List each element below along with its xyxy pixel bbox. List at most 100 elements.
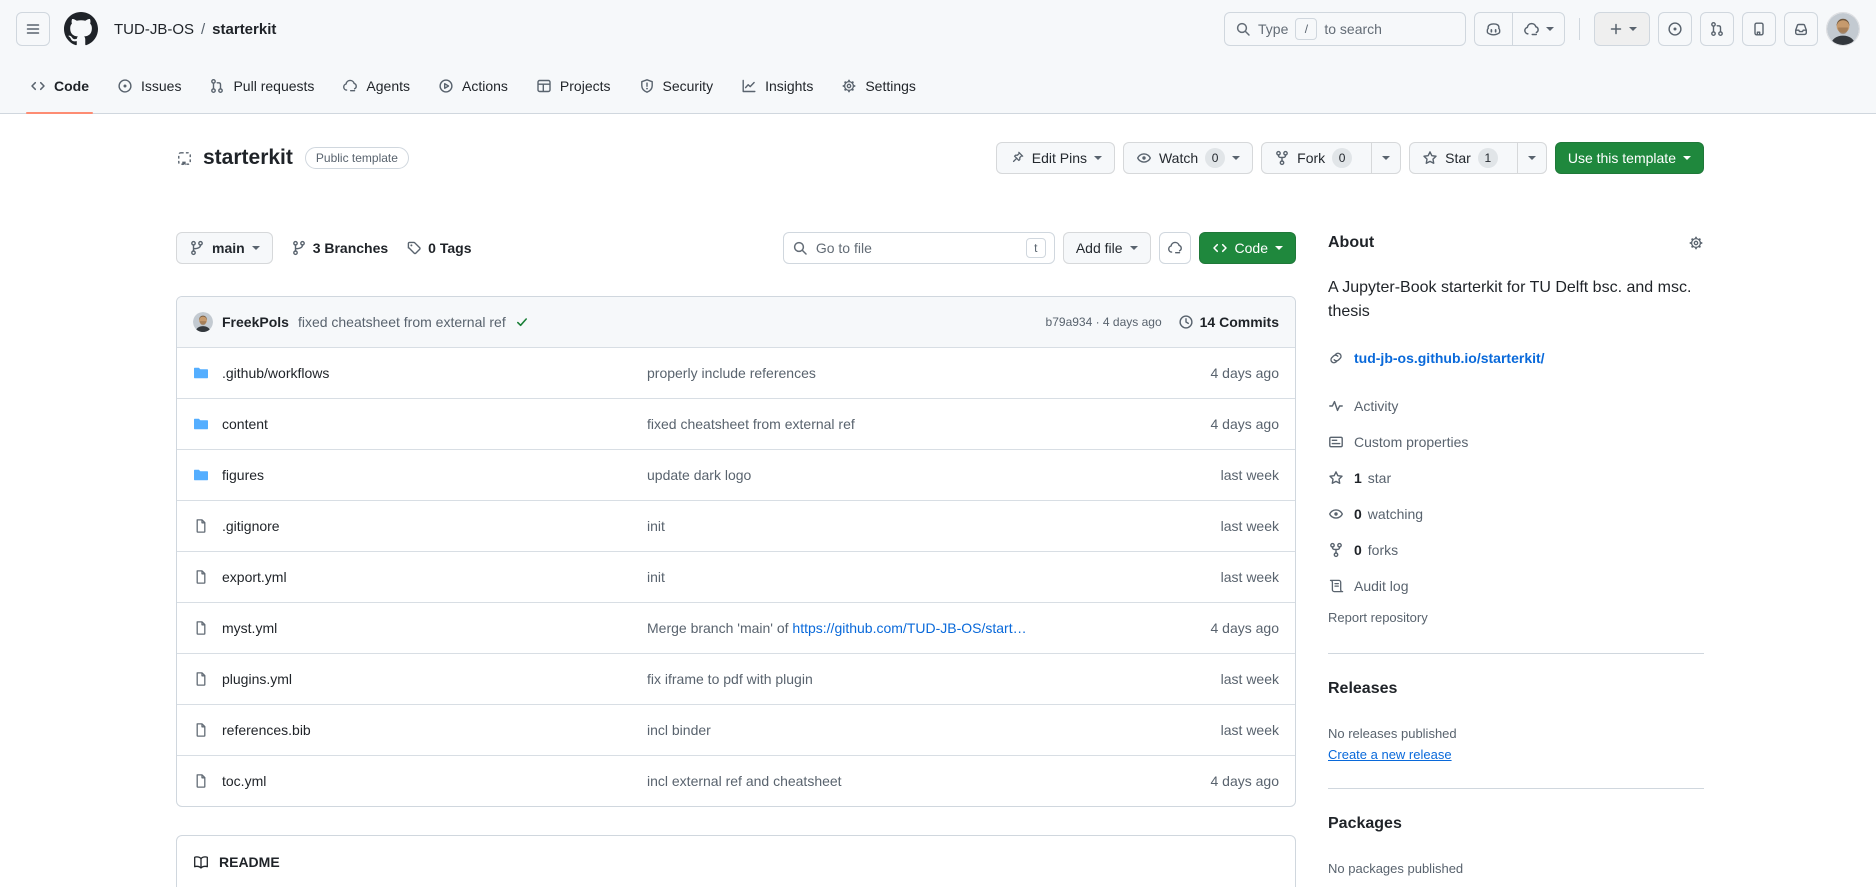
about-stat-item-audit-log[interactable]: Audit log: [1328, 568, 1704, 604]
repo-title[interactable]: starterkit: [203, 146, 293, 170]
file-name-cell[interactable]: .gitignore: [193, 518, 647, 534]
fork-count: 0: [1332, 148, 1352, 168]
checks-passed-icon[interactable]: [515, 315, 529, 329]
about-stat-item-activity[interactable]: Activity: [1328, 388, 1704, 424]
repo-nav-tab-security[interactable]: Security: [625, 58, 728, 113]
global-search-input[interactable]: Type / to search: [1224, 12, 1466, 46]
user-avatar[interactable]: [1826, 12, 1860, 46]
repo-nav-tab-actions[interactable]: Actions: [424, 58, 522, 113]
inbox-button[interactable]: [1784, 12, 1818, 46]
create-release-link[interactable]: Create a new release: [1328, 747, 1452, 762]
about-stat-item-forks[interactable]: 0 forks: [1328, 532, 1704, 568]
repo-nav-tab-insights[interactable]: Insights: [727, 58, 827, 113]
file-row: .gitignore init last week: [177, 500, 1295, 551]
repo-nav-tab-agents[interactable]: Agents: [328, 58, 424, 113]
file-name[interactable]: content: [222, 416, 268, 432]
edit-about-gear-icon[interactable]: [1688, 235, 1704, 251]
copilot-button[interactable]: [1475, 13, 1512, 45]
watch-button[interactable]: Watch 0: [1123, 142, 1253, 174]
file-name[interactable]: export.yml: [222, 569, 287, 585]
commit-sha-time[interactable]: b79a934 · 4 days ago: [1046, 315, 1162, 329]
your-issues-button[interactable]: [1658, 12, 1692, 46]
edit-pins-button[interactable]: Edit Pins: [996, 142, 1115, 174]
commit-author-avatar[interactable]: [193, 312, 213, 332]
readme-tab[interactable]: README: [193, 854, 1279, 870]
report-repository-link[interactable]: Report repository: [1328, 610, 1704, 625]
branches-count-label: 3 Branches: [313, 240, 388, 256]
releases-title[interactable]: Releases: [1328, 680, 1704, 698]
use-this-template-button[interactable]: Use this template: [1555, 142, 1704, 174]
commit-history-link[interactable]: 14 Commits: [1178, 314, 1279, 330]
caret-down-icon: [1094, 156, 1102, 160]
file-name[interactable]: plugins.yml: [222, 671, 292, 687]
add-file-button[interactable]: Add file: [1063, 232, 1151, 264]
file-commit-message[interactable]: properly include references: [647, 365, 1211, 381]
tags-link[interactable]: 0 Tags: [406, 240, 471, 256]
file-name-cell[interactable]: .github/workflows: [193, 365, 647, 381]
fork-dropdown[interactable]: [1371, 143, 1400, 173]
file-name-cell[interactable]: myst.yml: [193, 620, 647, 636]
agents-icon: [1523, 21, 1540, 38]
code-dropdown-button[interactable]: Code: [1199, 232, 1296, 264]
file-name[interactable]: myst.yml: [222, 620, 277, 636]
file-name[interactable]: toc.yml: [222, 773, 266, 789]
about-stat-item-watching[interactable]: 0 watching: [1328, 496, 1704, 532]
commit-author[interactable]: FreekPols: [222, 314, 289, 330]
file-name[interactable]: figures: [222, 467, 264, 483]
breadcrumb-repo[interactable]: starterkit: [212, 21, 276, 38]
file-commit-date: last week: [1221, 467, 1279, 483]
file-commit-message[interactable]: init: [647, 518, 1221, 534]
stat-label: watching: [1368, 506, 1423, 522]
file-name-cell[interactable]: figures: [193, 467, 647, 483]
star-dropdown[interactable]: [1517, 143, 1546, 173]
file-commit-message[interactable]: init: [647, 569, 1221, 585]
file-name-cell[interactable]: plugins.yml: [193, 671, 647, 687]
file-name[interactable]: .github/workflows: [222, 365, 329, 381]
copilot-icon: [1485, 21, 1502, 38]
about-stat-item-star[interactable]: 1 star: [1328, 460, 1704, 496]
branch-selector-button[interactable]: main: [176, 232, 273, 264]
hamburger-menu-button[interactable]: [16, 12, 50, 46]
file-name-cell[interactable]: export.yml: [193, 569, 647, 585]
star-button[interactable]: Star 1: [1410, 143, 1510, 173]
commit-message[interactable]: fixed cheatsheet from external ref: [298, 314, 506, 330]
your-pull-requests-button[interactable]: [1700, 12, 1734, 46]
repo-nav-tab-projects[interactable]: Projects: [522, 58, 625, 113]
file-commit-message[interactable]: fixed cheatsheet from external ref: [647, 416, 1211, 432]
panel-button[interactable]: [1742, 12, 1776, 46]
file-name-cell[interactable]: content: [193, 416, 647, 432]
template-repo-icon: [176, 150, 193, 167]
codespaces-agent-button[interactable]: [1159, 232, 1191, 264]
repo-nav-tab-issues[interactable]: Issues: [103, 58, 195, 113]
file-name-cell[interactable]: toc.yml: [193, 773, 647, 789]
packages-title[interactable]: Packages: [1328, 815, 1704, 833]
breadcrumb-owner[interactable]: TUD-JB-OS: [114, 21, 194, 38]
issue-icon: [1667, 21, 1683, 37]
file-name-cell[interactable]: references.bib: [193, 722, 647, 738]
repo-nav-tab-pull-requests[interactable]: Pull requests: [195, 58, 328, 113]
file-row: export.yml init last week: [177, 551, 1295, 602]
repo-nav-tab-settings[interactable]: Settings: [827, 58, 930, 113]
go-to-file-input[interactable]: Go to file t: [783, 232, 1055, 264]
star-count: 1: [1478, 148, 1498, 168]
file-commit-message[interactable]: Merge branch 'main' of https://github.co…: [647, 620, 1211, 636]
create-new-button[interactable]: [1594, 12, 1650, 46]
copilot-agents-dropdown[interactable]: [1512, 13, 1564, 45]
repo-website-link[interactable]: tud-jb-os.github.io/starterkit/: [1354, 350, 1545, 366]
github-logo[interactable]: [64, 12, 98, 46]
about-stat-item-custom-properties[interactable]: Custom properties: [1328, 424, 1704, 460]
fork-button[interactable]: Fork 0: [1262, 143, 1364, 173]
file-commit-message[interactable]: fix iframe to pdf with plugin: [647, 671, 1221, 687]
repo-nav-tab-code[interactable]: Code: [16, 58, 103, 113]
history-icon: [1178, 314, 1194, 330]
tab-label: Projects: [560, 78, 611, 94]
stat-count: 0: [1354, 506, 1362, 522]
page-content: starterkit Public template Edit Pins Wat…: [0, 114, 1876, 887]
file-commit-message[interactable]: update dark logo: [647, 467, 1221, 483]
file-name[interactable]: references.bib: [222, 722, 311, 738]
file-commit-message[interactable]: incl external ref and cheatsheet: [647, 773, 1211, 789]
commit-message-link[interactable]: https://github.com/TUD-JB-OS/start…: [792, 620, 1026, 636]
branches-link[interactable]: 3 Branches: [291, 240, 388, 256]
file-commit-message[interactable]: incl binder: [647, 722, 1221, 738]
file-name[interactable]: .gitignore: [222, 518, 280, 534]
